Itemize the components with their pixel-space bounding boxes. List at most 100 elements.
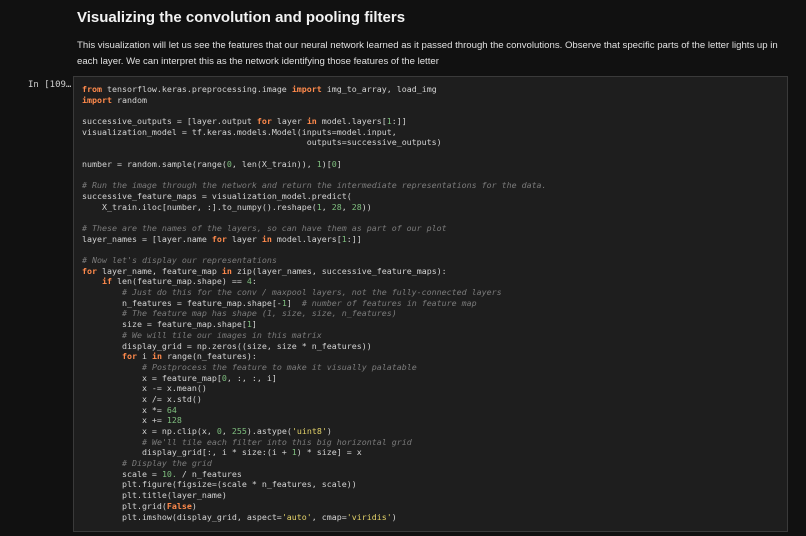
code-token: / n_features: [176, 468, 242, 479]
code-line: # The feature map has shape (1, size, si…: [82, 308, 547, 319]
code-line: x -= x.mean(): [82, 383, 547, 394]
code-token: ]: [336, 158, 342, 169]
code-line: x += 128: [82, 415, 547, 426]
code-line: x = feature_map[0, :, :, i]: [82, 373, 547, 384]
code-token: # Display the grid: [121, 458, 212, 469]
code-token: for: [82, 265, 97, 276]
code-token: zip(layer_names, successive_feature_maps…: [231, 265, 447, 276]
code-line: # These are the names of the layers, so …: [82, 223, 547, 234]
code-token: x = feature_map[: [82, 372, 222, 383]
code-token: successive_feature_maps = visualization_…: [82, 190, 352, 201]
code-token: ): [191, 500, 197, 511]
code-token: successive_outputs = [layer.output: [82, 116, 257, 127]
code-token: 64: [166, 404, 177, 415]
code-line: # Just do this for the conv / maxpool la…: [82, 287, 547, 298]
code-token: # number of features in feature map: [301, 297, 477, 308]
code-token: ).astype(: [246, 426, 292, 436]
code-line: for layer_name, feature_map in zip(layer…: [82, 266, 547, 277]
code-token: 28: [351, 201, 362, 212]
code-line: display_grid[:, i * size:(i + 1) * size]…: [82, 447, 547, 458]
code-token: in: [151, 351, 162, 362]
code-token: i: [136, 351, 152, 362]
code-token: x -= x.mean(): [82, 383, 207, 394]
code-line: scale = 10. / n_features: [82, 469, 547, 480]
code-cell[interactable]: from tensorflow.keras.preprocessing.imag…: [73, 76, 788, 532]
code-token: # We'll tile each filter into this big h…: [141, 436, 412, 447]
code-line: # Run the image through the network and …: [82, 180, 547, 191]
code-token: , len(X_train)),: [231, 158, 317, 169]
code-token: for: [121, 351, 137, 362]
code-line: x *= 64: [82, 405, 547, 416]
code-line: # We will tile our images in this matrix: [82, 330, 547, 341]
code-editor[interactable]: from tensorflow.keras.preprocessing.imag…: [82, 84, 547, 522]
code-line: if len(feature_map.shape) == 4:: [82, 276, 547, 287]
code-token: ): [391, 511, 397, 522]
code-token: # Now let's display our representations: [82, 255, 277, 265]
code-token: ): [326, 426, 332, 436]
code-token: range(n_features):: [161, 351, 257, 362]
code-token: model.layers[: [271, 233, 342, 244]
code-token: plt.title(layer_name): [82, 490, 227, 501]
code-token: # The feature map has shape (1, size, si…: [121, 308, 397, 319]
code-token: x /= x.std(): [82, 393, 202, 404]
code-token: )[: [321, 158, 332, 169]
code-token: )): [361, 201, 372, 212]
code-token: in: [306, 116, 317, 127]
code-line: number = random.sample(range(0, len(X_tr…: [82, 159, 547, 170]
code-token: X_train.iloc[number, :].to_numpy().resha…: [82, 201, 317, 212]
code-token: layer: [271, 116, 307, 127]
code-line: display_grid = np.zeros((size, size * n_…: [82, 341, 547, 352]
code-token: img_to_array, load_img: [321, 84, 437, 94]
code-token: display_grid = np.zeros((size, size * n_…: [82, 340, 372, 351]
code-token: plt.imshow(display_grid, aspect=: [82, 511, 282, 522]
code-token: import: [82, 94, 112, 105]
code-token: x +=: [82, 415, 167, 426]
code-line: layer_names = [layer.name for layer in m…: [82, 234, 547, 245]
code-line: x = np.clip(x, 0, 255).astype('uint8'): [82, 426, 547, 437]
code-token: visualization_model = tf.keras.models.Mo…: [82, 126, 397, 137]
code-token: 'uint8': [291, 426, 327, 436]
code-token: # These are the names of the layers, so …: [82, 222, 447, 233]
code-token: from: [82, 84, 102, 94]
code-line: # Postprocess the feature to make it vis…: [82, 362, 547, 373]
code-token: , :, :, i]: [226, 372, 277, 383]
code-token: ,: [341, 201, 352, 212]
code-token: layer: [226, 233, 262, 244]
code-token: 255: [231, 426, 247, 436]
code-token: ]: [286, 297, 302, 308]
code-line: x /= x.std(): [82, 394, 547, 405]
code-line: plt.grid(False): [82, 501, 547, 512]
code-line: successive_feature_maps = visualization_…: [82, 191, 547, 202]
code-token: x = np.clip(x,: [82, 426, 217, 436]
code-token: ) * size] = x: [296, 447, 362, 458]
markdown-cell[interactable]: Visualizing the convolution and pooling …: [77, 8, 797, 70]
code-line: successive_outputs = [layer.output for l…: [82, 116, 547, 127]
code-token: n_features = feature_map.shape[-: [82, 297, 282, 308]
code-token: # Just do this for the conv / maxpool la…: [121, 287, 502, 298]
code-token: scale =: [82, 468, 162, 479]
section-heading: Visualizing the convolution and pooling …: [77, 9, 406, 26]
code-token: :]]: [391, 116, 407, 127]
code-token: 10.: [161, 468, 177, 479]
code-token: 'viridis': [346, 511, 392, 522]
code-token: 28: [331, 201, 342, 212]
code-token: outputs=successive_outputs): [82, 137, 442, 148]
code-token: ,: [221, 426, 232, 436]
code-line: plt.imshow(display_grid, aspect='auto', …: [82, 512, 547, 523]
code-token: random: [111, 94, 147, 105]
code-token: plt.figure(figsize=(scale * n_features, …: [82, 479, 357, 490]
code-token: tensorflow.keras.preprocessing.image: [101, 84, 292, 94]
code-line: from tensorflow.keras.preprocessing.imag…: [82, 84, 547, 95]
code-line: size = feature_map.shape[1]: [82, 319, 547, 330]
code-token: model.layers[: [316, 116, 387, 127]
code-token: x *=: [82, 404, 167, 415]
